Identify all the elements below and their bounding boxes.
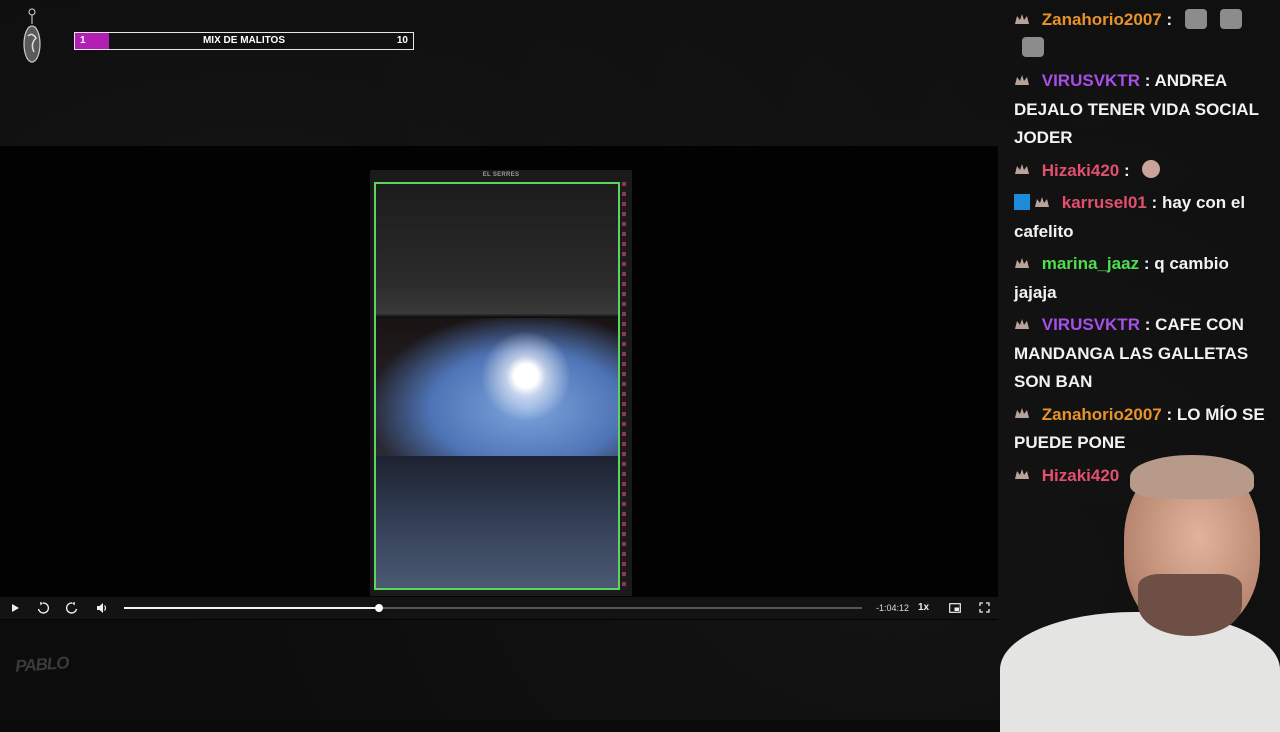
webcam-person-hair <box>1130 455 1254 499</box>
goal-title: MIX DE MALITOS <box>202 35 286 46</box>
chat-colon: : <box>1143 254 1150 273</box>
crown-badge-icon <box>1015 318 1029 329</box>
webcam-person-body <box>1000 612 1280 732</box>
chat-colon: : <box>1144 315 1151 334</box>
chat-message: Zanahorio2007 : <box>1014 6 1276 67</box>
chat-username[interactable]: VIRUSVKTR <box>1042 315 1140 334</box>
forward-icon <box>65 602 78 614</box>
channel-brand-logo: PABLO <box>6 653 79 709</box>
chat-colon: : <box>1166 404 1173 424</box>
wolf-emote-icon <box>1184 8 1207 29</box>
webcam-person-beard <box>1138 574 1242 636</box>
play-icon <box>12 604 19 612</box>
chat-message: VIRUSVKTR : ANDREA DEJALO TENER VIDA SOC… <box>1014 67 1276 157</box>
crown-badge-icon <box>1015 164 1029 175</box>
crown-badge-icon <box>1015 257 1029 268</box>
chat-username[interactable]: Hizaki420 <box>1042 161 1120 180</box>
time-remaining: -1:04:12 <box>876 603 910 613</box>
play-button[interactable] <box>6 599 24 617</box>
picture-in-picture-button[interactable] <box>946 599 964 617</box>
chat-message: VIRUSVKTR : CAFE CON MANDANGA LAS GALLET… <box>1014 311 1276 401</box>
crown-badge-icon <box>1015 408 1029 419</box>
pip-icon <box>949 603 961 613</box>
seek-bar-fill <box>124 607 379 609</box>
seek-bar-thumb[interactable] <box>374 604 383 612</box>
fullscreen-icon <box>978 602 990 613</box>
chat-message: karrusel01 : hay con el cafelito <box>1014 189 1276 250</box>
chat-message: Zanahorio2007 : LO MÍO SE PUEDE PONE <box>1014 401 1276 462</box>
chat-username[interactable]: karrusel01 <box>1062 193 1147 212</box>
chat-colon: : <box>1166 10 1173 29</box>
goal-progress-bar: 1 MIX DE MALITOS 10 <box>74 32 414 50</box>
crown-badge-icon <box>1015 13 1029 24</box>
face-emote-icon <box>1142 160 1161 179</box>
chat-feed: Zanahorio2007 : VIRUSVKTR : ANDREA DEJAL… <box>1014 6 1276 494</box>
chat-username[interactable]: VIRUSVKTR <box>1042 71 1140 90</box>
chat-colon: : <box>1123 160 1130 180</box>
video-lower-area <box>376 456 618 588</box>
brand-text: PABLO <box>14 653 70 676</box>
fullscreen-button[interactable] <box>975 599 993 617</box>
forward-button[interactable] <box>63 599 81 617</box>
crown-badge-icon <box>1035 196 1049 207</box>
wolf-emote-icon <box>1219 8 1242 29</box>
volume-icon <box>97 603 107 613</box>
player-controls: -1:04:12 1x <box>0 597 998 619</box>
chat-username[interactable]: Zanahorio2007 <box>1042 10 1162 29</box>
chat-username[interactable]: marina_jaaz <box>1042 254 1139 273</box>
chat-colon: : <box>1151 193 1158 212</box>
phone-screen <box>374 182 620 590</box>
keychain-logo-icon <box>23 8 41 63</box>
wolf-emote-icon <box>1022 37 1044 58</box>
playback-speed-button[interactable]: 1x <box>918 597 929 619</box>
chat-message: marina_jaaz : q cambio jajaja <box>1014 250 1276 311</box>
video-player[interactable]: EL SERRES <box>0 146 998 620</box>
phone-contact-name: EL SERRES <box>482 172 520 178</box>
rewind-icon <box>37 602 50 614</box>
subscriber-badge-icon <box>1014 193 1030 210</box>
crown-badge-icon <box>1015 74 1029 85</box>
chat-message: Hizaki420 : <box>1014 157 1276 190</box>
phone-side-strip <box>622 182 626 590</box>
seek-bar[interactable] <box>124 604 862 612</box>
volume-button[interactable] <box>93 599 111 617</box>
phone-video-frame: EL SERRES <box>370 170 632 596</box>
rewind-button[interactable] <box>34 599 52 617</box>
chat-username[interactable]: Zanahorio2007 <box>1042 405 1162 424</box>
video-scene <box>376 318 618 456</box>
goal-end-value: 10 <box>396 35 408 46</box>
chat-colon: : <box>1144 71 1151 90</box>
